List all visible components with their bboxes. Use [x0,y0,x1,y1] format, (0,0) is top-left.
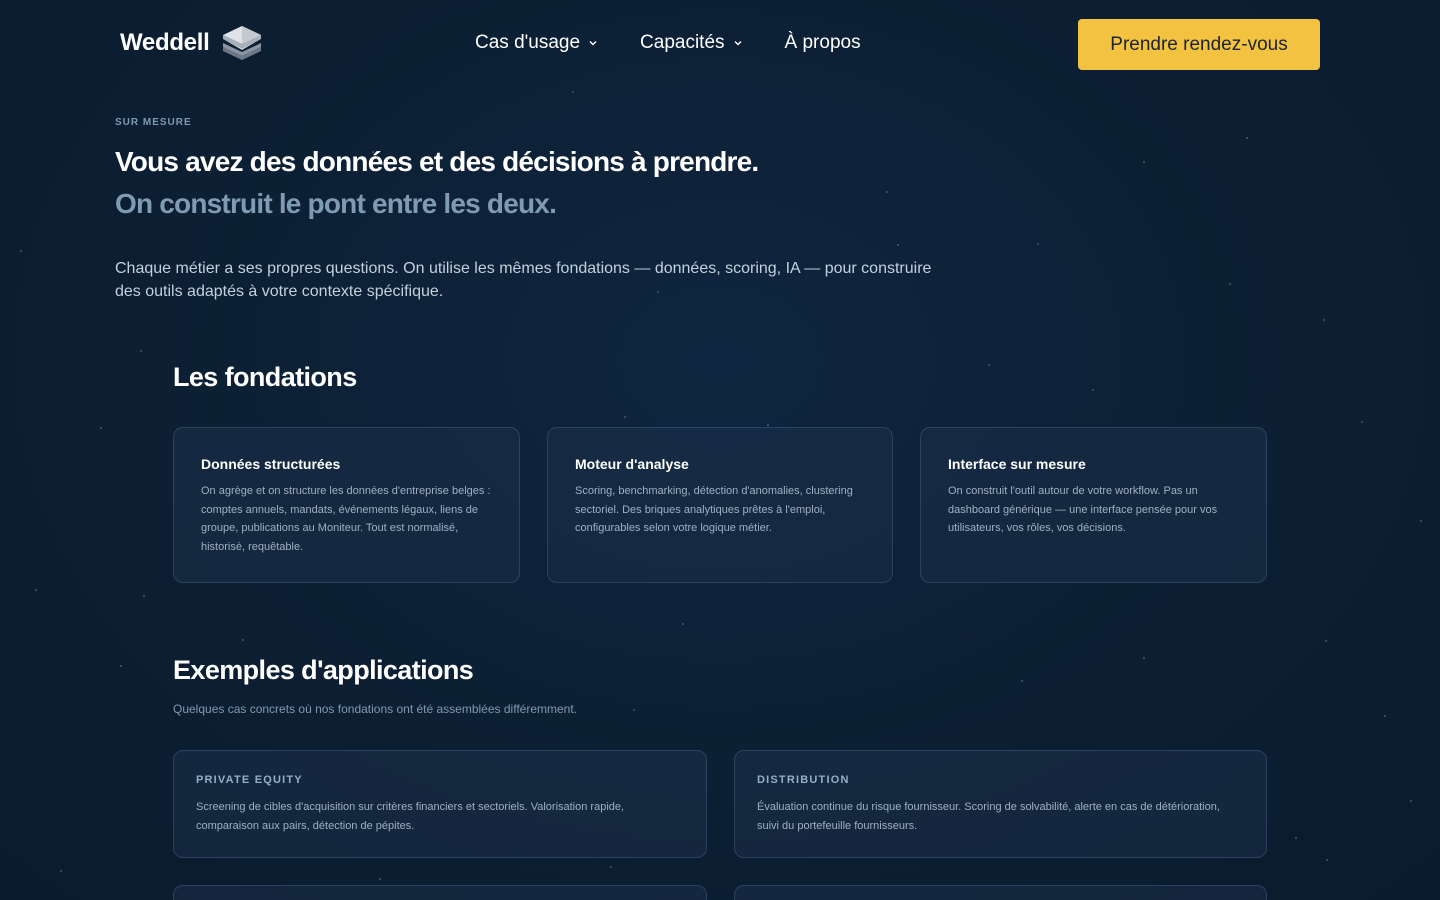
nav-capacites[interactable]: Capacités [640,32,743,54]
nav-cas-usage-label: Cas d'usage [475,32,581,53]
foundation-card-interface: Interface sur mesure On construit l'outi… [920,427,1267,583]
chevron-down-icon [734,41,742,46]
application-card-partial [173,885,707,900]
hero-subtitle: On construit le pont entre les deux. [115,188,557,219]
applications-subtitle: Quelques cas concrets où nos fondations … [173,702,578,716]
book-appointment-button[interactable]: Prendre rendez-vous [1078,19,1320,70]
nav-a-propos-label: À propos [784,32,861,53]
application-card-label: PRIVATE EQUITY [196,774,303,786]
application-card-text: Screening de cibles d'acquisition sur cr… [196,801,625,832]
applications-title: Exemples d'applications [173,655,474,685]
application-card-private-equity: PRIVATE EQUITY Screening de cibles d'acq… [173,750,707,858]
site-header: Weddell Cas d'usage Capacités À propos P… [0,0,1440,90]
foundation-card-title: Moteur d'analyse [575,456,689,472]
nav-a-propos[interactable]: À propos [785,32,861,54]
page: Weddell Cas d'usage Capacités À propos P… [0,0,1440,900]
application-card-partial [734,885,1267,900]
foundation-card-engine: Moteur d'analyse Scoring, benchmarking, … [547,427,893,583]
foundation-card-data: Données structurées On agrège et on stru… [173,427,520,583]
foundation-card-text: Scoring, benchmarking, détection d'anoma… [575,485,853,534]
hero-eyebrow: SUR MESURE [115,117,192,128]
hero-title: Vous avez des données et des décisions à… [115,146,759,177]
logo-link[interactable]: Weddell [120,22,263,64]
main-nav: Cas d'usage Capacités À propos [475,32,861,54]
application-card-label: DISTRIBUTION [757,774,850,786]
application-card-text: Évaluation continue du risque fournisseu… [757,801,1220,832]
stacked-layers-icon [223,26,262,60]
logo-text: Weddell [120,29,210,56]
chevron-down-icon [589,41,597,46]
foundation-card-text: On agrège et on structure les données d'… [201,485,491,553]
application-card-distribution: DISTRIBUTION Évaluation continue du risq… [734,750,1267,858]
nav-capacites-label: Capacités [640,32,725,53]
foundations-title: Les fondations [173,362,357,392]
hero-description: Chaque métier a ses propres questions. O… [115,260,932,300]
foundation-card-title: Interface sur mesure [948,456,1086,472]
foundation-card-text: On construit l'outil autour de votre wor… [948,485,1218,534]
foundation-card-title: Données structurées [201,456,341,472]
nav-cas-usage[interactable]: Cas d'usage [475,32,598,54]
